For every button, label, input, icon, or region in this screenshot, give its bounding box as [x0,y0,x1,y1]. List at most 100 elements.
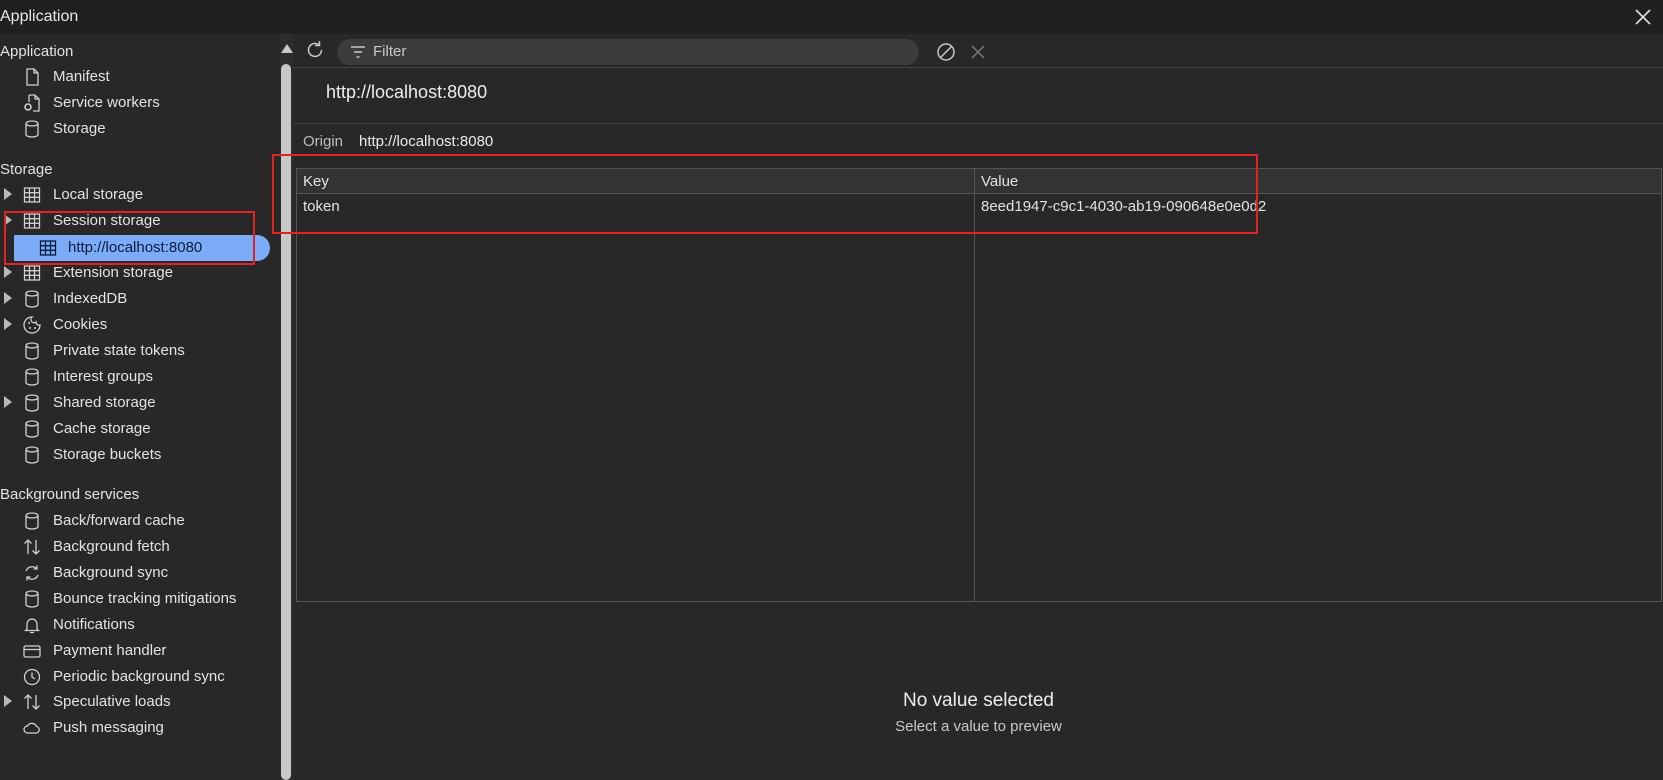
origin-label: Origin [303,133,344,150]
database-icon [25,420,39,438]
sidebar-item-push-messaging[interactable]: Push messaging [0,715,270,741]
expand-arrow-icon[interactable] [4,292,12,304]
database-icon [25,512,39,530]
sidebar-item-payment-handler[interactable]: Payment handler [0,638,270,664]
sidebar-item-label: Speculative loads [53,693,171,710]
database-icon [25,394,39,412]
table-cell-value[interactable]: 8eed1947-c9c1-4030-ab19-090648e0e0d2 [981,198,1266,215]
sidebar-item-cache-storage[interactable]: Cache storage [0,416,270,442]
database-icon [25,590,39,608]
expand-arrow-icon[interactable] [4,266,12,278]
card-icon [23,645,41,658]
sidebar-item-private-state-tokens[interactable]: Private state tokens [0,338,270,364]
cookie-icon [23,316,41,334]
sidebar-item-service-workers[interactable]: Service workers [0,90,270,116]
gear-document-icon [24,94,40,112]
expand-arrow-icon[interactable] [4,396,12,408]
divider [294,123,1663,124]
sidebar-item-label: Service workers [53,94,160,111]
sidebar-item-notifications[interactable]: Notifications [0,612,270,638]
sidebar-item-label: Push messaging [53,719,164,736]
database-icon [25,368,39,386]
table-cell-key[interactable]: token [303,198,340,215]
window-title: Application [0,8,79,25]
sidebar-item-indexeddb[interactable]: IndexedDB [0,286,270,312]
sidebar-item-label: Shared storage [53,394,156,411]
sidebar-item-background-sync[interactable]: Background sync [0,560,270,586]
sidebar-scroll-thumb[interactable] [281,64,291,780]
clear-all-icon[interactable] [935,41,957,63]
sidebar-item-label: Private state tokens [53,342,185,359]
sidebar-item-speculative-loads[interactable]: Speculative loads [0,689,270,715]
sidebar-item-session-storage[interactable]: Session storage [0,208,270,234]
sidebar-item-label: Manifest [53,68,110,85]
table-icon [23,213,41,229]
sidebar-item-label: Background sync [53,564,169,581]
sidebar-item-label: Bounce tracking mitigations [53,590,237,607]
sidebar-item-label: Notifications [53,616,135,633]
sidebar-item-periodic-background-sync[interactable]: Periodic background sync [0,664,270,690]
sidebar-item-label: http://localhost:8080 [68,239,203,256]
expand-arrow-icon[interactable] [4,318,12,330]
sidebar-item-label: Storage [53,120,106,137]
column-divider[interactable] [974,169,975,601]
database-icon [25,446,39,464]
toolbar: Filter [294,34,1663,68]
database-icon [25,120,39,138]
sidebar-item-shared-storage[interactable]: Shared storage [0,390,270,416]
up-down-arrows-icon [24,694,40,710]
sidebar-item-label: Cookies [53,316,108,333]
sidebar-item-storage-buckets[interactable]: Storage buckets [0,442,270,468]
section-application: Application [0,43,74,60]
main-panel: Filter http://localhost:8080 Origin http… [294,34,1663,780]
sidebar-item-label: Back/forward cache [53,512,185,529]
sidebar-item-interest-groups[interactable]: Interest groups [0,364,270,390]
table-icon [23,265,41,281]
sidebar-item-back-forward-cache[interactable]: Back/forward cache [0,508,270,534]
database-icon [25,342,39,360]
sidebar-item-extension-storage[interactable]: Extension storage [0,260,270,286]
database-icon [25,290,39,308]
column-header-key[interactable]: Key [303,173,329,190]
column-header-value[interactable]: Value [981,173,1018,190]
up-down-arrows-icon [24,539,40,555]
origin-row: Origin http://localhost:8080 [303,133,493,150]
sidebar-item-cookies[interactable]: Cookies [0,312,270,338]
sync-icon [25,565,39,581]
sidebar-item-manifest[interactable]: Manifest [0,64,270,90]
expand-arrow-icon[interactable] [4,695,12,707]
sidebar-item-label: Background fetch [53,538,170,555]
preview-title: No value selected [902,690,1055,711]
sidebar-item-label: Local storage [53,186,144,203]
refresh-icon[interactable] [304,39,326,61]
sidebar-item-background-fetch[interactable]: Background fetch [0,534,270,560]
title-bar: Application [0,0,1663,34]
page-title: http://localhost:8080 [326,82,488,102]
sidebar-item-label: Cache storage [53,420,151,437]
sidebar-item-bounce-tracking[interactable]: Bounce tracking mitigations [0,586,270,612]
sidebar-item-label: IndexedDB [53,290,128,307]
sidebar: Application Manifest Service workers Sto… [0,34,280,780]
document-icon [26,68,39,86]
filter-input[interactable]: Filter [337,39,919,65]
preview-subtitle: Select a value to preview [895,718,1062,735]
sidebar-item-label: Storage buckets [53,446,162,463]
close-icon[interactable] [1631,5,1655,29]
storage-table: Key Value token 8eed1947-c9c1-4030-ab19-… [296,168,1662,602]
sidebar-item-label: Extension storage [53,264,174,281]
delete-selected-icon[interactable] [969,43,987,61]
expand-arrow-icon[interactable] [4,214,12,226]
sidebar-item-label: Periodic background sync [53,668,225,685]
sidebar-item-local-storage[interactable]: Local storage [0,182,270,208]
filter-placeholder: Filter [373,43,407,60]
section-background-services: Background services [0,486,140,503]
expand-arrow-icon[interactable] [4,188,12,200]
table-icon [23,187,41,203]
sidebar-item-label: Interest groups [53,368,154,385]
sidebar-item-label: Session storage [53,212,161,229]
scroll-up-arrow-icon[interactable] [281,44,293,53]
sidebar-item-session-localhost[interactable]: http://localhost:8080 [14,235,270,261]
sidebar-item-label: Payment handler [53,642,167,659]
sidebar-item-storage[interactable]: Storage [0,116,270,142]
section-storage: Storage [0,161,53,178]
